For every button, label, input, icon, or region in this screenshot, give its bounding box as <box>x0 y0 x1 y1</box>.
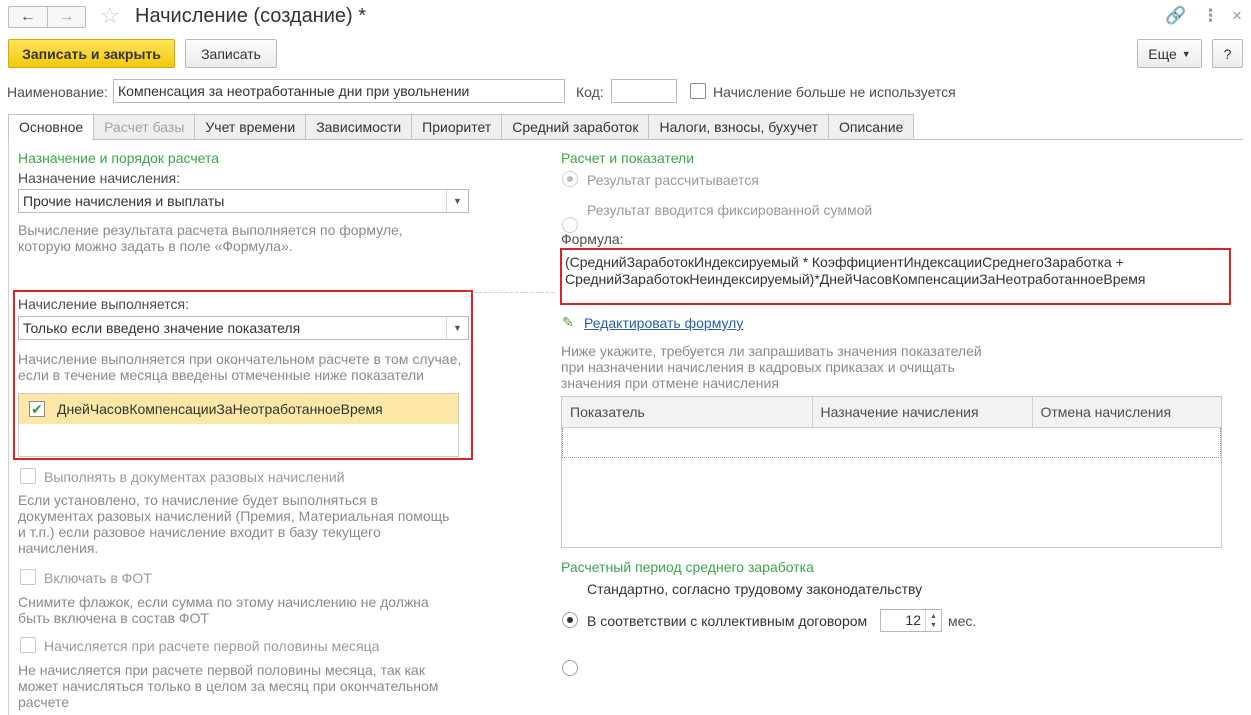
code-input[interactable] <box>611 79 677 103</box>
fot-label: Включать в ФОТ <box>44 570 152 586</box>
hint-line: Ниже укажите, требуется ли запрашивать з… <box>561 343 982 359</box>
radio-calculated[interactable] <box>562 171 578 187</box>
formula-line: (СреднийЗаработокИндексируемый * Коэффиц… <box>565 254 1124 270</box>
chevron-down-icon[interactable]: ▼ <box>930 621 937 630</box>
favorite-star-icon[interactable]: ☆ <box>100 3 120 29</box>
formula-line: СреднийЗаработокНеиндексируемый)*ДнейЧас… <box>565 271 1146 287</box>
name-input[interactable]: Компенсация за неотработанные дни при ув… <box>113 79 565 103</box>
name-label: Наименование: <box>7 84 108 100</box>
months-value: 12 <box>905 612 921 628</box>
hint-line: может начисляться только в целом за меся… <box>18 678 439 694</box>
stepper-arrows[interactable]: ▲ ▼ <box>925 610 941 631</box>
chevron-up-icon[interactable]: ▲ <box>930 612 937 621</box>
column-header-indicator[interactable]: Показатель <box>562 397 813 428</box>
more-vertical-icon[interactable]: ⋮ <box>1202 6 1219 26</box>
hint-line: при назначении начисления в кадровых при… <box>561 359 955 375</box>
code-label: Код: <box>576 84 604 100</box>
close-icon[interactable]: × <box>1232 6 1242 26</box>
hint-line: Если установлено, то начисление будет вы… <box>18 492 378 508</box>
tab-description[interactable]: Описание <box>828 114 915 140</box>
performed-hint-line: Начисление выполняется при окончательном… <box>18 351 462 367</box>
nav-buttons: ← → <box>8 6 86 28</box>
radio-period-standard[interactable] <box>562 612 578 628</box>
checkmark-icon[interactable]: ✔ <box>29 401 45 417</box>
first-half-checkbox[interactable] <box>20 637 36 653</box>
hint-line: быть включена в состав ФОТ <box>18 610 209 626</box>
chevron-down-icon: ▼ <box>446 317 468 339</box>
unused-checkbox[interactable] <box>690 83 706 99</box>
hint-line: значения при отмене начисления <box>561 375 779 391</box>
tab-priority[interactable]: Приоритет <box>412 114 503 140</box>
forward-arrow-icon[interactable]: → <box>46 7 86 27</box>
right-section-title: Расчет и показатели <box>561 150 695 166</box>
chevron-down-icon: ▼ <box>1181 48 1191 59</box>
column-header-assign[interactable]: Назначение начисления <box>812 397 1033 428</box>
one-time-checkbox[interactable] <box>20 468 36 484</box>
window-title: Начисление (создание) * <box>135 5 367 27</box>
performed-hint-line: если в течение месяца введены отмеченные… <box>18 367 424 383</box>
one-time-hint: Если установлено, то начисление будет вы… <box>18 492 449 556</box>
first-half-label: Начисляется при расчете первой половины … <box>44 638 380 654</box>
performed-select-value: Только если введено значение показателя <box>23 320 301 336</box>
radio-period-collective[interactable] <box>562 660 578 676</box>
months-unit: мес. <box>948 613 977 629</box>
content-left-border <box>8 139 9 715</box>
save-button[interactable]: Записать <box>185 39 277 68</box>
unused-label: Начисление больше не используется <box>713 84 956 100</box>
tab-time-accounting[interactable]: Учет времени <box>195 114 307 140</box>
hint-line: начисления. <box>18 540 99 556</box>
purpose-hint-line: Вычисление результата расчета выполняетс… <box>18 222 403 238</box>
performed-hint: Начисление выполняется при окончательном… <box>18 351 461 383</box>
performed-label: Начисление выполняется: <box>18 296 189 312</box>
tab-base-calc[interactable]: Расчет базы <box>94 114 196 140</box>
tab-dependencies[interactable]: Зависимости <box>306 114 413 140</box>
tab-average-earnings[interactable]: Средний заработок <box>502 114 650 140</box>
table-row[interactable] <box>562 427 1221 458</box>
hint-line: Снимите флажок, если сумма по этому начи… <box>18 594 429 610</box>
more-button[interactable]: Еще ▼ <box>1137 39 1202 68</box>
purpose-hint-line: которую можно задать в поле «Формула». <box>18 238 293 254</box>
hint-line: и т.п.) если разовое начисление входит в… <box>18 524 381 540</box>
tab-divider <box>92 139 1243 140</box>
formula-field[interactable]: (СреднийЗаработокИндексируемый * Коэффиц… <box>560 248 1231 305</box>
indicators-list: ✔ ДнейЧасовКомпенсацииЗаНеотработанноеВр… <box>18 393 459 457</box>
period-standard-label: Стандартно, согласно трудовому законодат… <box>587 581 923 597</box>
period-title: Расчетный период среднего заработка <box>561 559 814 575</box>
indicator-name: ДнейЧасовКомпенсацииЗаНеотработанноеВрем… <box>57 401 383 417</box>
chevron-down-icon: ▼ <box>446 190 468 212</box>
fot-checkbox[interactable] <box>20 569 36 585</box>
hint-line: документах разовых начислений (Премия, М… <box>18 508 450 524</box>
pencil-icon: ✎ <box>562 314 574 330</box>
first-half-hint: Не начисляется при расчете первой полови… <box>18 662 438 710</box>
link-icon[interactable]: 🔗 <box>1165 6 1186 26</box>
purpose-hint: Вычисление результата расчета выполняетс… <box>18 222 403 254</box>
purpose-label: Назначение начисления: <box>18 170 180 186</box>
formula-label: Формула: <box>561 231 624 247</box>
save-and-close-button[interactable]: Записать и закрыть <box>8 39 175 68</box>
indicators-table: Показатель Назначение начисления Отмена … <box>561 396 1222 548</box>
fot-hint: Снимите флажок, если сумма по этому начи… <box>18 594 429 626</box>
hint-line: расчете <box>18 694 70 710</box>
radio-fixed-label: Результат вводится фиксированной суммой <box>587 202 873 218</box>
divider <box>474 292 554 293</box>
performed-select[interactable]: Только если введено значение показателя … <box>18 316 469 340</box>
hint-line: Не начисляется при расчете первой полови… <box>18 662 425 678</box>
tab-taxes[interactable]: Налоги, взносы, бухучет <box>649 114 829 140</box>
column-header-cancel[interactable]: Отмена начисления <box>1032 397 1221 428</box>
left-section-title: Назначение и порядок расчета <box>18 150 220 166</box>
period-collective-label: В соответствии с коллективным договором <box>587 613 868 629</box>
purpose-select[interactable]: Прочие начисления и выплаты ▼ <box>18 189 469 213</box>
more-button-label: Еще <box>1148 45 1177 62</box>
tab-bar: Основное Расчет базы Учет времени Зависи… <box>8 114 915 140</box>
help-button[interactable]: ? <box>1212 39 1243 68</box>
radio-calculated-label: Результат рассчитывается <box>587 172 759 188</box>
one-time-label: Выполнять в документах разовых начислени… <box>44 469 345 485</box>
back-arrow-icon[interactable]: ← <box>9 7 47 27</box>
tab-main[interactable]: Основное <box>8 114 95 140</box>
table-hint: Ниже укажите, требуется ли запрашивать з… <box>561 343 982 391</box>
list-item[interactable]: ✔ ДнейЧасовКомпенсацииЗаНеотработанноеВр… <box>19 394 458 424</box>
months-stepper[interactable]: 12 ▲ ▼ <box>880 609 942 632</box>
edit-formula-link[interactable]: Редактировать формулу <box>584 315 743 331</box>
purpose-select-value: Прочие начисления и выплаты <box>23 193 225 209</box>
